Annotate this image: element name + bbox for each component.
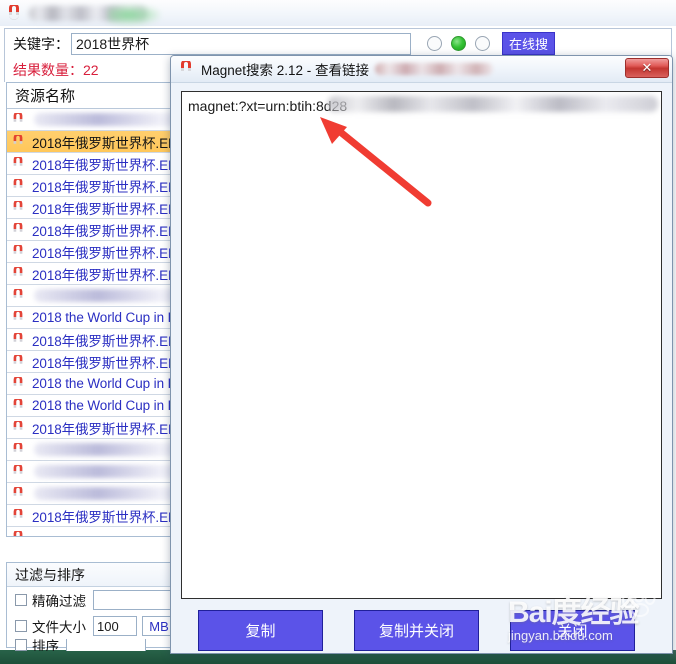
row-magnet-icon xyxy=(11,528,25,536)
magnet-link-redacted xyxy=(328,96,658,112)
dialog-title-suffix-redacted xyxy=(375,63,494,75)
exact-filter-label: 精确过滤 xyxy=(32,594,86,609)
dialog-title: Magnet搜索 2.12 - 查看链接 xyxy=(201,63,370,78)
keyword-input[interactable] xyxy=(71,32,411,55)
copy-and-close-button[interactable]: 复制并关闭 xyxy=(354,610,479,651)
close-button[interactable]: 关闭 xyxy=(510,610,635,651)
dialog-button-row: 复制 复制并关闭 关闭 xyxy=(181,610,662,651)
exact-filter-checkbox[interactable] xyxy=(15,594,27,606)
app-title-green-smudge xyxy=(108,5,160,25)
search-mode-radio-1[interactable] xyxy=(427,36,442,51)
magnet-icon xyxy=(6,5,22,21)
row-magnet-icon xyxy=(11,440,25,457)
row-magnet-icon xyxy=(11,198,25,215)
sort-checkbox[interactable] xyxy=(15,639,27,651)
row-magnet-icon xyxy=(11,418,25,435)
row-magnet-icon xyxy=(11,110,25,127)
row-magnet-icon xyxy=(11,264,25,281)
online-search-button[interactable]: 在线搜 xyxy=(502,32,556,55)
result-count-label: 结果数量：22 xyxy=(13,62,99,78)
row-magnet-icon xyxy=(11,462,25,479)
row-label: 2018 the World Cup in Ru xyxy=(32,376,185,391)
row-magnet-icon xyxy=(11,374,25,391)
dialog-titlebar[interactable]: Magnet搜索 2.12 - 查看链接 ✕ xyxy=(171,56,672,83)
search-mode-radio-3[interactable] xyxy=(475,36,490,51)
sort-label: 排序 xyxy=(32,639,59,651)
view-link-dialog: Magnet搜索 2.12 - 查看链接 ✕ magnet:?xt=urn:bt… xyxy=(170,55,673,654)
row-magnet-icon xyxy=(11,132,25,149)
row-magnet-icon xyxy=(11,396,25,413)
row-magnet-icon xyxy=(11,330,25,347)
row-magnet-icon xyxy=(11,352,25,369)
row-magnet-icon xyxy=(11,242,25,259)
dialog-magnet-icon xyxy=(178,61,194,77)
dialog-body: magnet:?xt=urn:btih:8d28 复制 复制并关闭 关闭 xyxy=(171,83,672,653)
search-mode-radio-group xyxy=(427,36,490,51)
filesize-filter-label: 文件大小 xyxy=(32,620,86,635)
app-titlebar xyxy=(0,0,676,26)
search-mode-radio-2[interactable] xyxy=(451,36,466,51)
row-magnet-icon xyxy=(11,220,25,237)
row-magnet-icon xyxy=(11,506,25,523)
screenshot-root: 关键字： 在线搜 结果数量：22 资源名称 2018年俄罗斯世界杯.EP30.2… xyxy=(0,0,676,664)
row-label: 2018 the World Cup in Ru xyxy=(32,310,185,325)
row-magnet-icon xyxy=(11,176,25,193)
row-magnet-icon xyxy=(11,484,25,501)
keyword-label: 关键字： xyxy=(13,35,69,52)
sort-select[interactable] xyxy=(66,639,146,651)
copy-button[interactable]: 复制 xyxy=(198,610,323,651)
dialog-close-button[interactable]: ✕ xyxy=(625,58,669,78)
row-magnet-icon xyxy=(11,308,25,325)
column-header-resource-name: 资源名称 xyxy=(15,88,76,105)
row-label: 2018 the World Cup in Ru xyxy=(32,398,185,413)
row-magnet-icon xyxy=(11,154,25,171)
keyword-row: 关键字： 在线搜 xyxy=(4,28,672,58)
filesize-value-input[interactable] xyxy=(93,616,137,636)
row-magnet-icon xyxy=(11,286,25,303)
magnet-link-textarea[interactable]: magnet:?xt=urn:btih:8d28 xyxy=(181,91,662,599)
filesize-filter-checkbox[interactable] xyxy=(15,620,27,632)
